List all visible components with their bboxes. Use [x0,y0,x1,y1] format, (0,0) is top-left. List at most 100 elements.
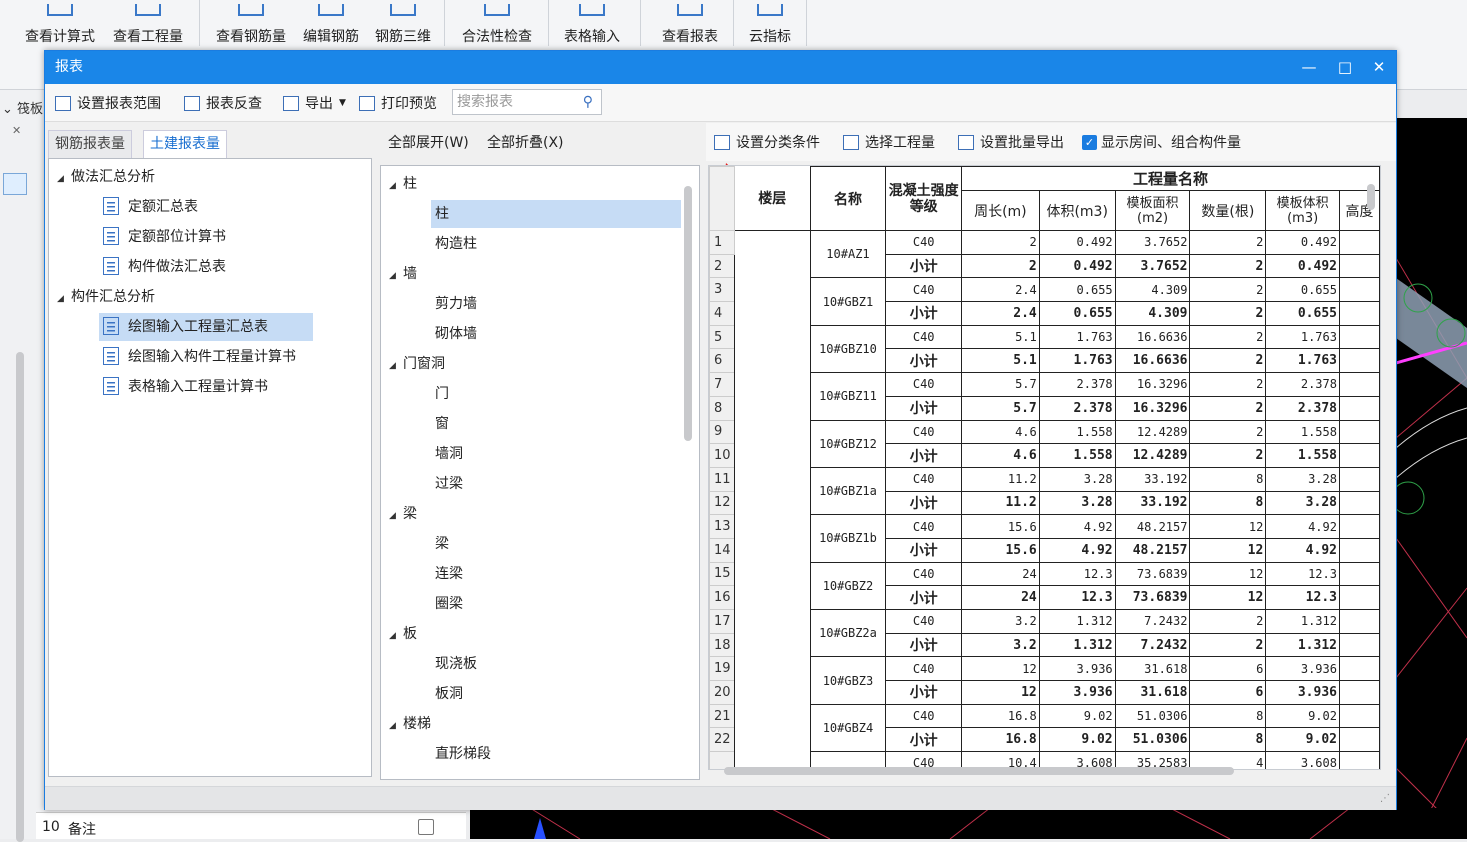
height-cell[interactable] [1338,348,1380,374]
form-volume-cell[interactable]: 4.92 [1265,514,1340,539]
form-area-cell[interactable]: 12.4289 [1114,443,1191,468]
count-cell[interactable]: 12 [1189,514,1267,539]
show-room-checkbox[interactable]: ✓ 显示房间、组合构件量 [1082,131,1241,153]
volume-cell[interactable]: 0.492 [1038,230,1116,255]
table-row[interactable]: 3 10#GBZ1 C40 2.4 0.655 4.309 2 0.655 [709,277,1380,326]
form-area-cell[interactable]: 7.2432 [1114,609,1191,634]
height-cell[interactable] [1338,443,1380,468]
grade-cell[interactable]: C40 [885,561,962,587]
name-cell[interactable]: 10#GBZ10 [809,324,887,374]
form-area-cell[interactable]: 12.4289 [1114,419,1191,445]
form-area-cell[interactable]: 16.3296 [1114,372,1191,397]
print-preview-button[interactable]: 打印预览 [359,92,437,114]
collapse-triangle-icon[interactable]: ◢ [389,172,403,200]
form-volume-cell[interactable]: 4.92 [1265,537,1340,563]
count-cell[interactable]: 2 [1189,632,1267,658]
row-number-cell[interactable]: 11 [709,466,735,492]
height-cell[interactable] [1338,727,1380,753]
table-row[interactable]: 9 10#GBZ12 C40 4.6 1.558 12.4289 2 1.558 [709,419,1380,468]
name-cell[interactable]: 10#AZ1 [809,229,887,279]
height-cell[interactable] [1338,609,1380,634]
volume-cell[interactable]: 3.28 [1038,466,1116,492]
side-dropdown[interactable]: ⌄ 筏板 [2,98,43,117]
component-group-node[interactable]: ◢ 楼梯 [389,710,431,738]
vertical-scrollbar[interactable] [684,186,692,441]
form-volume-cell[interactable]: 1.312 [1265,632,1340,658]
row-number-cell[interactable]: 3 [709,277,735,303]
form-volume-cell[interactable]: 1.312 [1265,609,1340,634]
row-number-cell[interactable]: 18 [709,632,735,658]
volume-cell[interactable]: 1.763 [1038,324,1116,350]
row-number-cell[interactable]: 8 [709,395,735,421]
tree-report-item[interactable]: 绘图输入工程量汇总表 [99,313,313,341]
grade-cell[interactable]: C40 [885,514,962,539]
form-volume-cell[interactable]: 1.558 [1265,443,1340,468]
perimeter-cell[interactable]: 4.6 [960,443,1040,468]
close-icon[interactable]: ✕ [12,124,21,137]
component-item[interactable]: 板洞 [431,680,463,708]
height-cell[interactable] [1338,703,1380,729]
form-volume-cell[interactable]: 0.655 [1265,277,1340,303]
form-area-cell[interactable]: 31.618 [1114,680,1191,705]
height-cell[interactable] [1338,372,1380,397]
perimeter-cell[interactable]: 5.7 [960,395,1040,421]
height-cell[interactable] [1338,537,1380,563]
ribbon-view-formula-button[interactable]: 查看计算式 [18,0,102,46]
row-number-cell[interactable]: 22 [709,727,735,753]
count-cell[interactable]: 6 [1189,656,1267,682]
form-volume-cell[interactable]: 2.378 [1265,395,1340,421]
form-area-cell[interactable]: 51.0306 [1114,703,1191,729]
batch-export-button[interactable]: 设置批量导出 [958,131,1064,153]
subtotal-label-cell[interactable]: 小计 [885,253,962,279]
form-volume-cell[interactable]: 3.936 [1265,656,1340,682]
tree-group-node[interactable]: ◢ 构件汇总分析 [57,283,155,311]
component-item[interactable]: 圈梁 [431,590,463,618]
ribbon-view-rebar-button[interactable]: 查看钢筋量 [208,0,294,46]
form-volume-cell[interactable]: 9.02 [1265,703,1340,729]
resize-grip-icon[interactable]: ⋰ [1380,793,1390,804]
perimeter-cell[interactable]: 2.4 [960,277,1040,303]
volume-cell[interactable]: 9.02 [1038,727,1116,753]
height-cell[interactable] [1338,656,1380,682]
volume-cell[interactable]: 0.655 [1038,277,1116,303]
table-row[interactable]: 5 10#GBZ10 C40 5.1 1.763 16.6636 2 1.763 [709,324,1380,374]
height-cell[interactable] [1338,514,1380,539]
export-dropdown-button[interactable]: 导出 ▼ [283,92,346,114]
table-row[interactable]: 15 10#GBZ2 C40 24 12.3 73.6839 12 12.3 [709,561,1380,611]
close-button[interactable]: ✕ [1361,51,1397,84]
form-area-cell[interactable]: 33.192 [1114,490,1191,516]
count-cell[interactable]: 2 [1189,301,1267,326]
property-checkbox[interactable] [418,819,434,835]
vertical-scrollbar[interactable] [1367,184,1375,210]
grade-cell[interactable]: C40 [885,419,962,445]
cad-canvas[interactable] [1396,118,1467,839]
component-group-node[interactable]: ◢ 墙 [389,260,417,288]
component-item[interactable]: 门 [431,380,449,408]
table-row[interactable]: 21 10#GBZ4 C40 16.8 9.02 51.0306 8 9.02 [709,703,1380,753]
tree-group-node[interactable]: ◢ 做法汇总分析 [57,163,155,191]
height-cell[interactable] [1338,490,1380,516]
height-cell[interactable] [1338,277,1380,303]
height-cell[interactable] [1338,680,1380,705]
volume-cell[interactable]: 3.936 [1038,680,1116,705]
volume-cell[interactable]: 4.92 [1038,537,1116,563]
ribbon-view-report-button[interactable]: 查看报表 [654,0,726,46]
height-cell[interactable] [1338,751,1380,769]
count-cell[interactable]: 8 [1189,490,1267,516]
volume-cell[interactable]: 12.3 [1038,561,1116,587]
component-group-node[interactable]: ◢ 梁 [389,500,417,528]
tree-report-item[interactable]: 构件做法汇总表 [99,253,226,281]
perimeter-cell[interactable]: 3.2 [960,609,1040,634]
name-cell[interactable]: 10#GBZ12 [809,419,887,468]
row-number-cell[interactable]: 10 [709,443,735,468]
perimeter-cell[interactable]: 2.4 [960,301,1040,326]
form-volume-cell[interactable]: 0.492 [1265,230,1340,255]
count-cell[interactable]: 2 [1189,277,1267,303]
name-cell[interactable]: 10#GBZ2 [809,561,887,611]
component-item[interactable]: 梁 [431,530,449,558]
count-cell[interactable]: 2 [1189,609,1267,634]
subtotal-label-cell[interactable]: 小计 [885,443,962,468]
row-number-cell[interactable]: 7 [709,372,735,397]
count-cell[interactable]: 6 [1189,680,1267,705]
collapse-triangle-icon[interactable]: ◢ [57,165,71,193]
